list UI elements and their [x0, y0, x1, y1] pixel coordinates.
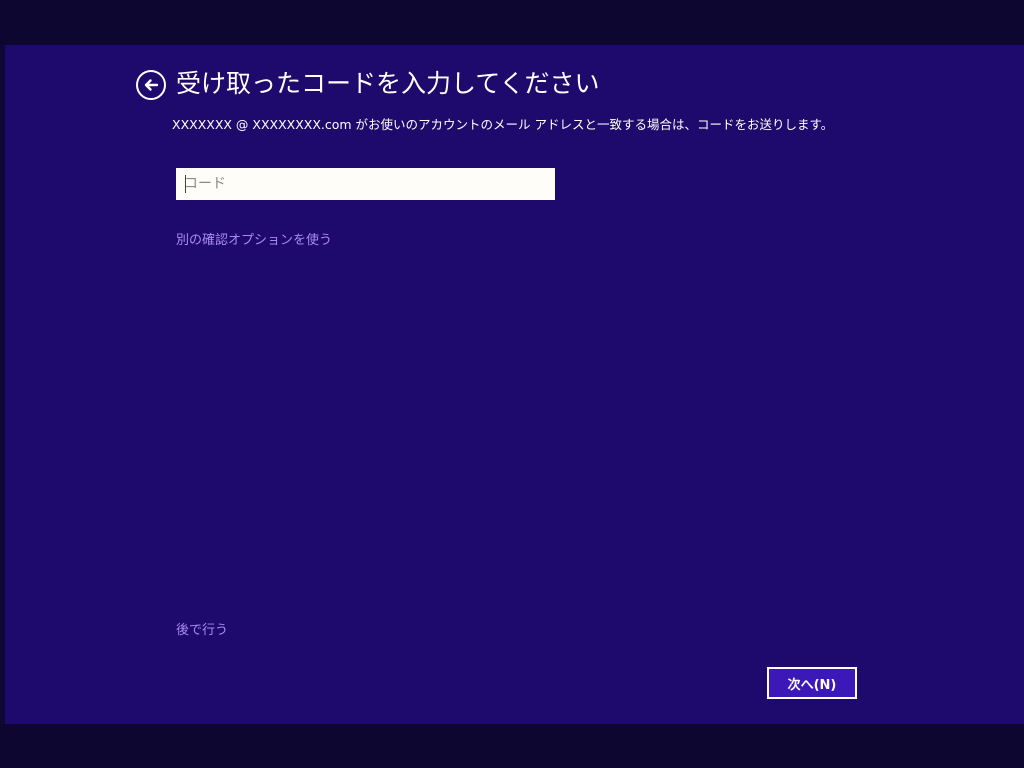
text-caret — [185, 175, 186, 193]
description-text: XXXXXXX @ XXXXXXXX.com がお使いのアカウントのメール アド… — [172, 117, 834, 132]
alternate-option-link[interactable]: 別の確認オプションを使う — [176, 229, 332, 248]
next-button[interactable]: 次へ(N) — [767, 667, 857, 699]
page-title: 受け取ったコードを入力してください — [176, 69, 600, 98]
back-button[interactable] — [136, 70, 166, 100]
setup-panel — [5, 45, 1024, 724]
bottom-band — [0, 724, 1024, 768]
top-band — [0, 0, 1024, 45]
back-arrow-icon — [144, 79, 159, 91]
do-later-link[interactable]: 後で行う — [176, 619, 228, 638]
code-input[interactable] — [176, 168, 555, 200]
